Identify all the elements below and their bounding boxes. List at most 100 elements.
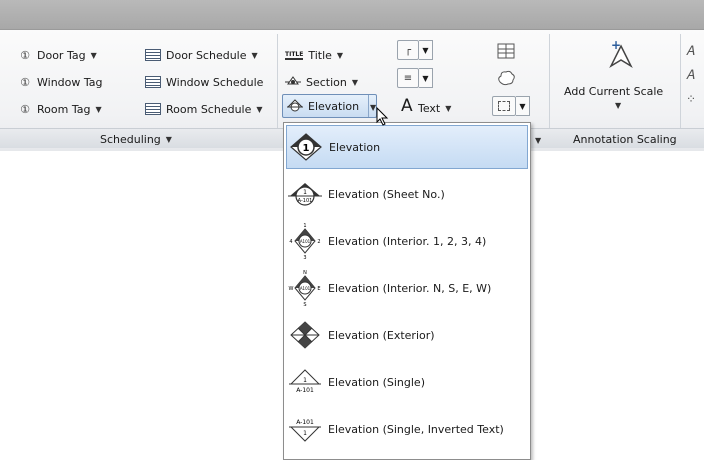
elevation-sheet-no-icon: 1 A-101: [288, 174, 322, 214]
menu-item-elevation-interior-numbers[interactable]: A101 1 2 3 4 Elevation (Interior. 1, 2, …: [286, 219, 528, 263]
chevron-down-icon: ▼: [422, 45, 429, 55]
elevation-circle-icon: 1: [289, 127, 323, 167]
menu-item-elevation[interactable]: 1 Elevation: [286, 125, 528, 169]
chevron-down-icon: ▼: [256, 104, 263, 114]
elevation-button[interactable]: Elevation: [287, 95, 359, 117]
door-tag-label: Door Tag: [37, 48, 86, 62]
list-tool-button[interactable]: ≡: [397, 68, 419, 88]
svg-text:1: 1: [303, 377, 307, 384]
elevation-single-icon: 1 A-101: [288, 362, 322, 402]
svg-text:A-101: A-101: [298, 198, 313, 204]
scheduling-panel-title[interactable]: Scheduling ▼: [100, 128, 172, 150]
title-mark-icon: TITLE: [285, 50, 304, 60]
svg-text:1: 1: [303, 189, 307, 196]
svg-text:2: 2: [317, 239, 320, 245]
door-schedule-label: Door Schedule: [166, 48, 247, 62]
tag-icon: ①: [20, 75, 30, 89]
menu-item-label: Elevation (Sheet No.): [328, 187, 445, 201]
text-button[interactable]: Text ▼: [418, 97, 451, 119]
menu-item-elevation-sheet-no[interactable]: 1 A-101 Elevation (Sheet No.): [286, 172, 528, 216]
section-label: Section: [306, 75, 347, 89]
cloud-icon: [498, 70, 515, 86]
elevation-exterior-icon: [288, 315, 322, 355]
scale-tool-icon[interactable]: ⁘: [686, 92, 696, 106]
list-icon: ≡: [403, 72, 413, 84]
tag-icon: ①: [20, 48, 30, 62]
svg-text:S: S: [303, 302, 306, 307]
menu-item-elevation-exterior[interactable]: Elevation (Exterior): [286, 313, 528, 357]
chevron-down-icon: ▼: [445, 103, 452, 113]
menu-item-label: Elevation (Exterior): [328, 328, 435, 342]
chevron-down-icon: ▼: [535, 135, 542, 145]
room-tag-button[interactable]: ① Room Tag ▼: [18, 98, 102, 120]
table-grid-icon: [497, 43, 515, 59]
schedule-table-icon: [145, 103, 161, 115]
svg-text:E: E: [317, 286, 320, 292]
chevron-down-icon: ▼: [165, 134, 172, 144]
section-button[interactable]: Section ▼: [285, 71, 358, 93]
leader-tool-button[interactable]: ┌: [397, 40, 419, 60]
svg-text:A-101: A-101: [296, 387, 314, 394]
svg-text:1: 1: [303, 143, 310, 154]
window-tag-button[interactable]: ① Window Tag: [18, 71, 103, 93]
leader-dropdown[interactable]: ▼: [419, 40, 433, 60]
window-schedule-button[interactable]: Window Schedule: [145, 71, 263, 93]
table-tool-button[interactable]: [494, 41, 518, 61]
elevation-label: Elevation: [308, 99, 360, 113]
elevation-interior-compass-icon: A101 N E S W: [288, 268, 322, 308]
add-scale-icon: +: [605, 38, 637, 77]
door-tag-button[interactable]: ① Door Tag ▼: [18, 44, 97, 66]
svg-text:3: 3: [303, 255, 306, 260]
title-button[interactable]: TITLE Title ▼: [285, 44, 343, 66]
scale-tool-icon[interactable]: 𝐴: [686, 44, 695, 59]
menu-item-elevation-single[interactable]: 1 A-101 Elevation (Single): [286, 360, 528, 404]
scheduling-panel-title-label: Scheduling: [100, 132, 161, 146]
title-bar: [0, 0, 704, 30]
annotation-scaling-panel-title-label: Annotation Scaling: [573, 132, 677, 146]
add-current-scale-label: Add Current Scale: [564, 84, 664, 98]
section-mark-icon: [285, 76, 301, 85]
window-tag-label: Window Tag: [37, 75, 103, 89]
text-a-icon: A: [401, 96, 413, 116]
svg-text:1: 1: [303, 223, 306, 229]
revision-cloud-button[interactable]: [494, 68, 518, 88]
svg-text:W: W: [289, 286, 294, 292]
split-separator: [368, 95, 369, 117]
menu-item-elevation-single-inverted[interactable]: A-101 1 Elevation (Single, Inverted Text…: [286, 407, 528, 451]
wipeout-dropdown[interactable]: ▼: [516, 96, 530, 116]
scale-tool-icon[interactable]: 𝐴: [686, 68, 695, 83]
wipeout-button[interactable]: [492, 96, 516, 116]
svg-text:A101: A101: [300, 239, 311, 244]
schedule-table-icon: [145, 76, 161, 88]
elevation-single-inverted-icon: A-101 1: [288, 409, 322, 449]
elevation-dropdown-menu: 1 Elevation 1 A-101 Elevation (Sheet No.…: [283, 122, 531, 460]
add-current-scale-button[interactable]: Add Current Scale: [564, 80, 663, 102]
svg-text:4: 4: [289, 239, 292, 245]
menu-item-elevation-interior-compass[interactable]: A101 N E S W Elevation (Interior. N, S, …: [286, 266, 528, 310]
add-current-scale-dropdown[interactable]: ▼: [615, 94, 621, 116]
svg-text:A101: A101: [300, 286, 311, 291]
door-schedule-button[interactable]: Door Schedule ▼: [145, 44, 258, 66]
room-tag-label: Room Tag: [37, 102, 91, 116]
panel-expand-caret[interactable]: ▼: [535, 129, 541, 151]
chevron-down-icon: ▼: [351, 77, 359, 87]
elevation-interior-numbers-icon: A101 1 2 3 4: [288, 221, 322, 261]
menu-item-label: Elevation (Single): [328, 375, 425, 389]
leader-icon: ┌: [404, 44, 412, 56]
chevron-down-icon: ▼: [336, 50, 344, 60]
mouse-pointer-icon: [376, 106, 390, 130]
schedule-table-icon: [145, 49, 161, 61]
menu-item-label: Elevation (Interior. N, S, E, W): [328, 281, 492, 295]
tag-icon: ①: [20, 102, 30, 116]
title-label: Title: [308, 48, 332, 62]
wipeout-icon: [498, 101, 510, 111]
menu-item-label: Elevation: [329, 140, 381, 154]
room-schedule-button[interactable]: Room Schedule ▼: [145, 98, 263, 120]
list-dropdown[interactable]: ▼: [419, 68, 433, 88]
svg-text:1: 1: [303, 430, 307, 437]
chevron-down-icon: ▼: [422, 73, 429, 83]
annotation-scaling-panel-title: Annotation Scaling: [573, 128, 677, 150]
chevron-down-icon: ▼: [519, 101, 526, 111]
menu-item-label: Elevation (Single, Inverted Text): [328, 422, 504, 436]
svg-text:A-101: A-101: [296, 419, 314, 426]
